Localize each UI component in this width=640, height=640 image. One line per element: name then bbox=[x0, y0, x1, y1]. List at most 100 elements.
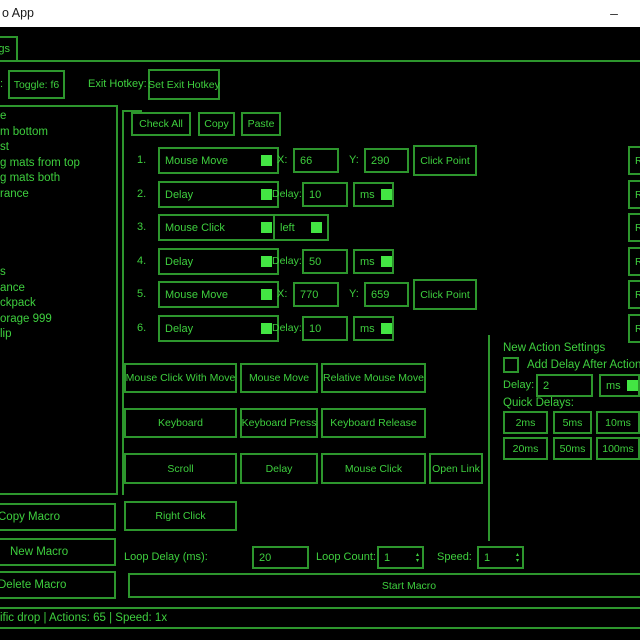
action-type-dropdown[interactable]: Mouse Click bbox=[158, 214, 279, 241]
remove-row-button[interactable]: R bbox=[628, 247, 640, 276]
mouse-button-dropdown[interactable]: left bbox=[273, 214, 329, 241]
add-action-button-mouse-click-with-move[interactable]: Mouse Click With Move bbox=[124, 363, 237, 393]
action-type-dropdown[interactable]: Delay bbox=[158, 315, 279, 342]
remove-row-button[interactable]: R bbox=[628, 213, 640, 242]
dropdown-indicator-icon bbox=[381, 189, 392, 200]
toggle-hotkey-label: : bbox=[0, 70, 3, 99]
action-type-value: Mouse Click bbox=[165, 222, 225, 234]
unit-dropdown[interactable]: ms bbox=[353, 249, 394, 274]
dropdown-indicator-icon bbox=[261, 189, 272, 200]
paste-button[interactable]: Paste bbox=[241, 112, 281, 136]
macro-list-item[interactable]: g mats from top bbox=[0, 157, 80, 172]
macro-listbox[interactable]: em bottomstg mats from topg mats bothran… bbox=[0, 105, 118, 495]
macro-list-item[interactable]: orage 999 bbox=[0, 313, 52, 328]
delay-label: Delay: bbox=[272, 315, 302, 342]
add-action-button-open-link[interactable]: Open Link bbox=[429, 453, 483, 484]
quick-delay-button-5ms[interactable]: 5ms bbox=[553, 411, 592, 434]
copy-macro-button[interactable]: Copy Macro bbox=[0, 503, 116, 531]
action-type-dropdown[interactable]: Delay bbox=[158, 181, 279, 208]
dropdown-indicator-icon bbox=[627, 380, 638, 391]
delay-input[interactable]: 10 bbox=[302, 182, 348, 207]
toggle-hotkey-button[interactable]: Toggle: f6 bbox=[8, 70, 65, 99]
remove-row-button[interactable]: R bbox=[628, 314, 640, 343]
add-action-button-right-click[interactable]: Right Click bbox=[124, 501, 237, 531]
quick-delay-button-20ms[interactable]: 20ms bbox=[503, 437, 548, 460]
check-all-button[interactable]: Check All bbox=[131, 112, 191, 136]
y-input[interactable]: 659 bbox=[364, 282, 409, 307]
quick-delays-label: Quick Delays: bbox=[503, 397, 574, 409]
new-macro-button[interactable]: New Macro bbox=[0, 538, 116, 566]
macro-list-item[interactable]: st bbox=[0, 141, 9, 156]
delay-label: Delay: bbox=[272, 248, 302, 275]
remove-row-button[interactable]: R bbox=[628, 180, 640, 209]
quick-delay-button-10ms[interactable]: 10ms bbox=[596, 411, 640, 434]
remove-row-button[interactable]: R bbox=[628, 146, 640, 175]
action-type-dropdown[interactable]: Mouse Move bbox=[158, 281, 279, 308]
add-action-button-mouse-move[interactable]: Mouse Move bbox=[240, 363, 318, 393]
x-input[interactable]: 66 bbox=[293, 148, 339, 173]
delay-input[interactable]: 50 bbox=[302, 249, 348, 274]
loop-count-label: Loop Count: bbox=[316, 546, 376, 569]
click-point-button[interactable]: Click Point bbox=[413, 145, 477, 176]
add-action-button-keyboard-release[interactable]: Keyboard Release bbox=[321, 408, 426, 438]
macro-list-item[interactable]: ckpack bbox=[0, 297, 36, 312]
macro-list-item[interactable]: e bbox=[0, 110, 6, 125]
macro-list-item[interactable]: m bottom bbox=[0, 126, 48, 141]
nas-unit-value: ms bbox=[606, 380, 621, 392]
minimize-button[interactable]: – bbox=[601, 2, 627, 24]
dropdown-indicator-icon bbox=[261, 323, 272, 334]
quick-delay-button-100ms[interactable]: 100ms bbox=[596, 437, 640, 460]
click-point-button[interactable]: Click Point bbox=[413, 279, 477, 310]
copy-button[interactable]: Copy bbox=[198, 112, 235, 136]
speed-spinner[interactable]: 1 ▴▾ bbox=[477, 546, 524, 569]
dropdown-indicator-icon bbox=[261, 155, 272, 166]
spinner-arrows-icon[interactable]: ▴▾ bbox=[516, 548, 519, 567]
action-type-value: Mouse Move bbox=[165, 289, 228, 301]
add-action-button-keyboard[interactable]: Keyboard bbox=[124, 408, 237, 438]
loop-count-value: 1 bbox=[384, 552, 390, 564]
spinner-arrows-icon[interactable]: ▴▾ bbox=[416, 548, 419, 567]
set-exit-hotkey-button[interactable]: Set Exit Hotkey bbox=[148, 69, 220, 100]
add-action-button-delay[interactable]: Delay bbox=[240, 453, 318, 484]
delay-input[interactable]: 10 bbox=[302, 316, 348, 341]
status-text: ific drop | Actions: 65 | Speed: 1x bbox=[0, 609, 167, 627]
add-action-button-mouse-click[interactable]: Mouse Click bbox=[321, 453, 426, 484]
loop-delay-input[interactable]: 20 bbox=[252, 546, 309, 569]
start-macro-button[interactable]: Start Macro bbox=[128, 573, 640, 598]
unit-dropdown[interactable]: ms bbox=[353, 182, 394, 207]
action-type-value: Delay bbox=[165, 323, 193, 335]
macro-list-item[interactable]: s bbox=[0, 266, 6, 281]
add-delay-checkbox[interactable] bbox=[503, 357, 519, 373]
macro-list-item[interactable]: rance bbox=[0, 188, 29, 203]
quick-delay-button-2ms[interactable]: 2ms bbox=[503, 411, 548, 434]
unit-value: ms bbox=[360, 256, 375, 268]
x-input[interactable]: 770 bbox=[293, 282, 339, 307]
add-action-button-scroll[interactable]: Scroll bbox=[124, 453, 237, 484]
window-title: o App bbox=[2, 0, 34, 27]
dropdown-indicator-icon bbox=[261, 289, 272, 300]
action-type-dropdown[interactable]: Mouse Move bbox=[158, 147, 279, 174]
status-bar: ific drop | Actions: 65 | Speed: 1x bbox=[0, 607, 640, 629]
macro-list-item[interactable]: lip bbox=[0, 328, 12, 343]
action-type-dropdown[interactable]: Delay bbox=[158, 248, 279, 275]
speed-value: 1 bbox=[484, 552, 490, 564]
quick-delay-button-50ms[interactable]: 50ms bbox=[553, 437, 592, 460]
macro-list-item[interactable]: g mats both bbox=[0, 172, 60, 187]
loop-count-spinner[interactable]: 1 ▴▾ bbox=[377, 546, 424, 569]
add-action-button-relative-mouse-move[interactable]: Relative Mouse Move bbox=[321, 363, 426, 393]
unit-dropdown[interactable]: ms bbox=[353, 316, 394, 341]
dropdown-indicator-icon bbox=[261, 222, 272, 233]
delete-macro-button[interactable]: Delete Macro bbox=[0, 571, 116, 599]
macro-list-item[interactable]: ance bbox=[0, 282, 25, 297]
tab-settings[interactable]: gs bbox=[0, 36, 18, 62]
action-row-number: 6. bbox=[137, 315, 146, 342]
remove-row-button[interactable]: R bbox=[628, 280, 640, 309]
add-action-button-keyboard-press[interactable]: Keyboard Press bbox=[240, 408, 318, 438]
nas-delay-input[interactable]: 2 bbox=[536, 374, 593, 397]
nas-unit-dropdown[interactable]: ms bbox=[599, 374, 640, 397]
exit-hotkey-label: Exit Hotkey: bbox=[88, 70, 147, 99]
dropdown-indicator-icon bbox=[381, 256, 392, 267]
speed-label: Speed: bbox=[437, 546, 472, 569]
unit-value: ms bbox=[360, 323, 375, 335]
y-input[interactable]: 290 bbox=[364, 148, 409, 173]
